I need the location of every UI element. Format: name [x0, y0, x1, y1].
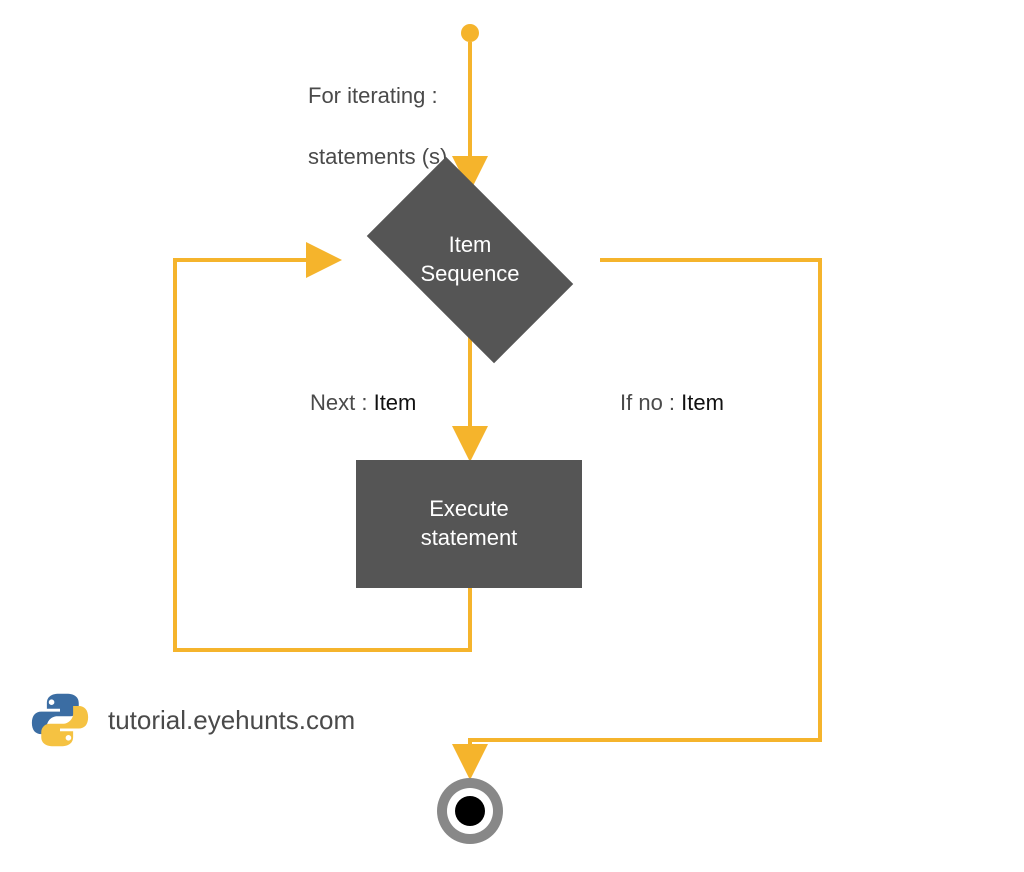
decision-text: Item Sequence — [340, 180, 600, 340]
decision-node: Item Sequence — [340, 180, 600, 340]
edge-label-ifno-bold: Item — [681, 390, 724, 415]
start-node — [461, 24, 479, 42]
start-label-line1: For iterating : — [308, 83, 438, 108]
python-icon — [30, 690, 90, 750]
flowchart-container: For iterating : statements (s) Item Sequ… — [0, 0, 1024, 872]
edge-label-ifno: If no : Item — [620, 390, 724, 416]
process-line1: Execute — [429, 495, 509, 524]
end-node-ring — [447, 788, 493, 834]
end-node-core — [455, 796, 485, 826]
start-label: For iterating : statements (s) — [308, 50, 447, 173]
watermark: tutorial.eyehunts.com — [30, 690, 355, 750]
edge-label-next-bold: Item — [374, 390, 417, 415]
watermark-text: tutorial.eyehunts.com — [108, 705, 355, 736]
process-node: Execute statement — [356, 460, 582, 588]
decision-line2: Sequence — [420, 260, 519, 289]
end-node — [437, 778, 503, 844]
edge-label-ifno-prefix: If no : — [620, 390, 681, 415]
decision-line1: Item — [449, 231, 492, 260]
process-line2: statement — [421, 524, 518, 553]
start-label-line2: statements (s) — [308, 144, 447, 169]
edge-label-next: Next : Item — [310, 390, 416, 416]
edge-label-next-prefix: Next : — [310, 390, 374, 415]
